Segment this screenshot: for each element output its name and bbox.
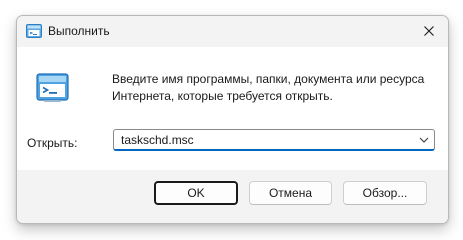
open-input[interactable] <box>114 130 412 149</box>
run-app-icon <box>36 73 69 103</box>
run-dialog: Выполнить Введите имя программы, папки, … <box>16 15 449 224</box>
title-bar[interactable]: Выполнить <box>17 16 448 47</box>
run-app-icon <box>26 24 42 38</box>
close-button[interactable] <box>410 16 448 47</box>
description-line-2: Интернета, которые требуется открыть. <box>112 89 333 103</box>
open-label: Открыть: <box>27 136 78 150</box>
button-bar: OK Отмена Обзор... <box>17 170 448 223</box>
open-combobox[interactable] <box>113 129 435 151</box>
window-title: Выполнить <box>48 24 110 38</box>
description-text: Введите имя программы, папки, документа … <box>112 71 442 105</box>
dialog-content: Введите имя программы, папки, документа … <box>17 47 448 170</box>
chevron-down-icon[interactable] <box>417 133 431 147</box>
close-icon <box>424 25 434 39</box>
ok-button[interactable]: OK <box>154 181 238 205</box>
browse-button[interactable]: Обзор... <box>343 181 427 205</box>
cancel-button[interactable]: Отмена <box>249 181 332 205</box>
description-line-1: Введите имя программы, папки, документа … <box>112 72 425 86</box>
